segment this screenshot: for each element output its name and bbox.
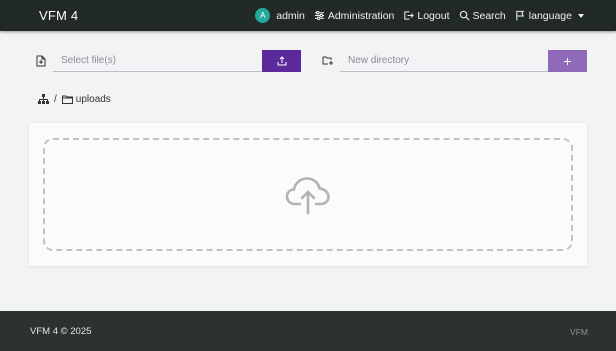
brand-title[interactable]: VFM 4	[39, 8, 78, 23]
nav-right: A admin Administration Logout Search lan…	[255, 0, 584, 31]
logout-link[interactable]: Logout	[403, 9, 450, 22]
file-dropzone[interactable]	[43, 138, 573, 251]
add-directory-button[interactable]: +	[548, 50, 587, 72]
folder-add-icon	[322, 56, 333, 65]
file-icon	[36, 55, 46, 67]
new-directory-input[interactable]	[340, 50, 548, 72]
upload-toolbar: +	[0, 50, 616, 72]
user-name: admin	[276, 9, 305, 22]
user-avatar: A	[255, 8, 271, 23]
logout-icon	[404, 11, 415, 20]
user-menu[interactable]: A admin	[255, 8, 305, 23]
language-label: language	[528, 9, 572, 22]
search-label: Search	[472, 9, 506, 22]
language-dropdown[interactable]: language	[515, 10, 584, 22]
footer-copyright: VFM 4 © 2025	[30, 326, 92, 337]
upload-button[interactable]	[262, 50, 301, 72]
flag-icon	[516, 10, 524, 21]
navbar: VFM 4 A admin Administration Logout Sear…	[0, 0, 616, 31]
breadcrumb: / uploads	[38, 92, 111, 106]
cloud-upload-icon	[285, 176, 330, 214]
administration-link[interactable]: Administration	[314, 9, 395, 22]
search-link[interactable]: Search	[459, 10, 506, 22]
footer-brand[interactable]: VFM	[570, 327, 588, 337]
breadcrumb-folder-label: uploads	[75, 93, 111, 105]
breadcrumb-item-uploads[interactable]: uploads	[61, 93, 111, 105]
breadcrumb-separator: /	[54, 93, 57, 105]
sliders-icon	[314, 11, 324, 20]
upload-icon	[277, 56, 286, 66]
search-icon	[459, 10, 469, 21]
chevron-down-icon	[578, 13, 584, 18]
sitemap-icon[interactable]	[38, 94, 49, 104]
logout-label: Logout	[417, 9, 450, 22]
select-files-input[interactable]	[53, 50, 261, 72]
administration-label: Administration	[327, 9, 395, 22]
upload-card	[29, 123, 587, 266]
footer: VFM 4 © 2025 VFM	[0, 311, 616, 351]
folder-icon	[61, 95, 73, 104]
